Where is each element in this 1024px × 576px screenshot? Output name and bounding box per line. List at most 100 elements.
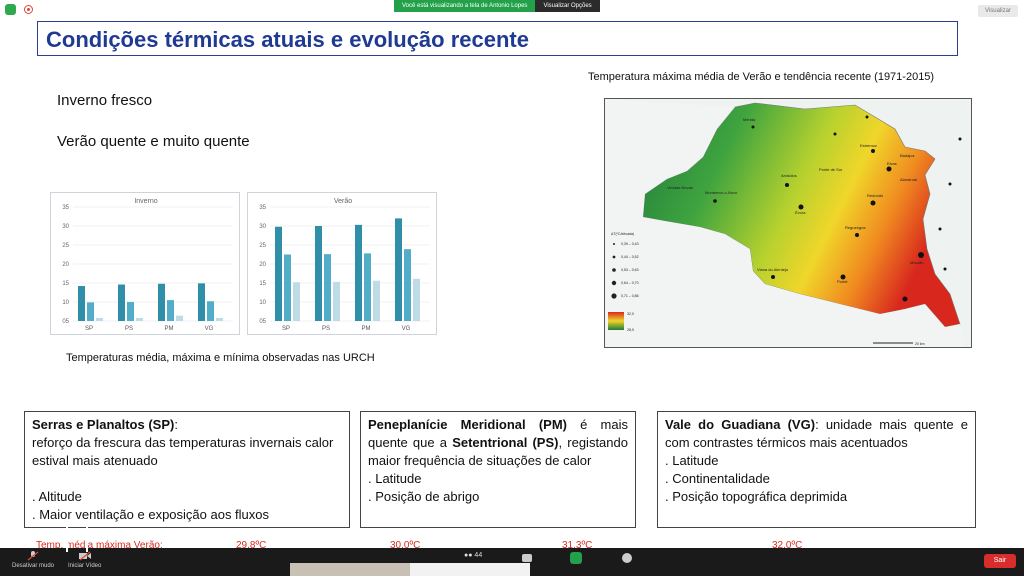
bar-SP-s1 <box>87 302 94 321</box>
y-tick-label: 30 <box>62 224 69 230</box>
map-label: Évora <box>795 210 806 215</box>
color-scale <box>608 312 624 330</box>
bar-SP-s0 <box>275 226 282 321</box>
y-tick-label: 20 <box>259 262 266 268</box>
chart-title: Inverno <box>134 198 157 205</box>
map-svg: Mérida Badajoz Estremoz Elvas Arraiolos … <box>605 99 965 347</box>
legend-item: 0,44 – 0,52 <box>621 255 639 259</box>
thumbnail-document <box>410 563 530 576</box>
map-label: Reguengos <box>845 225 865 230</box>
vg-line: . Latitude <box>665 453 719 468</box>
chat-icon[interactable] <box>522 554 532 562</box>
video-label: Iniciar Vídeo <box>68 563 102 569</box>
pm-box: Peneplanície Meridional (PM) é mais quen… <box>360 411 636 528</box>
map-label: Badajoz <box>900 153 914 158</box>
y-tick-label: 10 <box>62 300 69 306</box>
y-tick-label: 15 <box>62 281 69 287</box>
mute-button[interactable]: Desativar mudo <box>12 548 54 569</box>
reactions-icon[interactable] <box>622 553 632 563</box>
sp-lead-colon: : <box>174 417 178 432</box>
bar-PM-s1 <box>364 253 371 321</box>
y-tick-label: 05 <box>259 319 266 325</box>
y-tick-label: 25 <box>259 243 266 249</box>
y-tick-label: 15 <box>259 281 266 287</box>
camera-icon <box>78 551 91 561</box>
map-label: Alandroal <box>900 177 917 182</box>
map-label: Montemor-o-Novo <box>705 190 738 195</box>
x-tick-label: PM <box>362 326 371 332</box>
legend-item: 0,53 – 0,63 <box>621 268 639 272</box>
bar-PS-s2 <box>136 317 143 321</box>
x-tick-label: SP <box>282 326 290 332</box>
microphone-icon <box>27 551 39 561</box>
map-label: Vendas Novas <box>667 185 693 190</box>
participants-icon: ●● <box>464 552 473 559</box>
leave-button[interactable]: Sair <box>984 554 1016 568</box>
bar-PM-s1 <box>167 300 174 321</box>
y-tick-label: 35 <box>259 205 266 211</box>
view-options-button[interactable]: Visualizar Opções <box>535 0 600 12</box>
vg-line: . Continentalidade <box>665 471 770 486</box>
temperature-map: Mérida Badajoz Estremoz Elvas Arraiolos … <box>604 98 972 348</box>
shield-icon[interactable] <box>5 4 16 15</box>
x-tick-label: PM <box>165 326 174 332</box>
winter-chart: Inverno 05 10 15 20 25 30 35 SP PS PM VG <box>62 198 233 332</box>
x-tick-label: PS <box>322 326 330 332</box>
bar-VG-s0 <box>395 218 402 321</box>
vg-box: Vale do Guadiana (VG): unidade mais quen… <box>657 411 976 528</box>
title-box: Condições térmicas atuais e evolução rec… <box>37 21 958 56</box>
bar-PS-s0 <box>315 226 322 321</box>
bar-SP-s0 <box>78 286 85 321</box>
legend-item: 0,71 – 0,86 <box>621 294 639 298</box>
bullet-winter: Inverno fresco <box>57 92 153 109</box>
ps-lead: Setentrional (PS) <box>452 435 559 450</box>
map-label: Viana do Alentejo <box>757 267 789 272</box>
bar-PM-s0 <box>158 283 165 321</box>
mute-label: Desativar mudo <box>12 563 55 569</box>
bar-PS-s1 <box>127 302 134 321</box>
bar-SP-s1 <box>284 254 291 321</box>
y-tick-label: 05 <box>62 319 69 325</box>
bar-PS-s2 <box>333 281 340 321</box>
map-label: Mérida <box>743 117 756 122</box>
map-label: Ponte de Sor <box>819 167 843 172</box>
pm-line: . Posição de abrigo <box>368 489 480 504</box>
vg-line: . Posição topográfica deprimida <box>665 489 848 504</box>
map-label: Estremoz <box>860 143 877 148</box>
x-tick-label: VG <box>402 326 411 332</box>
chart-title: Verão <box>334 198 352 205</box>
bar-VG-s2 <box>216 317 223 321</box>
bar-SP-s2 <box>293 282 300 321</box>
bar-PM-s2 <box>373 280 380 321</box>
bar-VG-s2 <box>413 278 420 321</box>
scale-label: 20 km <box>915 342 925 346</box>
pm-lead: Peneplanície Meridional (PM) <box>368 417 567 432</box>
video-thumbnail <box>290 563 530 576</box>
x-tick-label: VG <box>205 326 214 332</box>
x-tick-label: PS <box>125 326 133 332</box>
record-icon[interactable] <box>24 5 33 14</box>
sp-lead: Serras e Planaltos (SP) <box>32 417 175 432</box>
bar-PS-s0 <box>118 284 125 321</box>
winter-chart-panel: Inverno 05 10 15 20 25 30 35 SP PS PM VG <box>50 192 240 335</box>
sp-line: reforço da frescura das temperaturas inv… <box>32 435 334 468</box>
bar-VG-s1 <box>207 301 214 321</box>
y-tick-label: 35 <box>62 205 69 211</box>
bullet-summer: Verão quente e muito quente <box>57 133 250 150</box>
share-screen-icon[interactable] <box>570 552 582 564</box>
share-banner-text: Você está visualizando a tela de Antonio… <box>394 0 536 12</box>
color-scale-max: 32,0 <box>627 312 634 316</box>
bar-SP-s2 <box>96 317 103 321</box>
y-tick-label: 25 <box>62 243 69 249</box>
legend-title: ΔT(ºC/década) <box>611 232 634 236</box>
map-label: Mourão <box>910 260 924 265</box>
color-scale-min: 28,9 <box>627 328 634 332</box>
map-label: Portel <box>837 279 848 284</box>
participants-button[interactable]: ●● 44 <box>464 552 482 559</box>
map-label: Elvas <box>887 161 897 166</box>
sp-box: Serras e Planaltos (SP): reforço da fres… <box>24 411 350 528</box>
view-button[interactable]: Visualizar <box>978 5 1018 17</box>
participants-count: 44 <box>474 552 483 559</box>
pm-line: . Latitude <box>368 471 422 486</box>
y-tick-label: 10 <box>259 300 266 306</box>
